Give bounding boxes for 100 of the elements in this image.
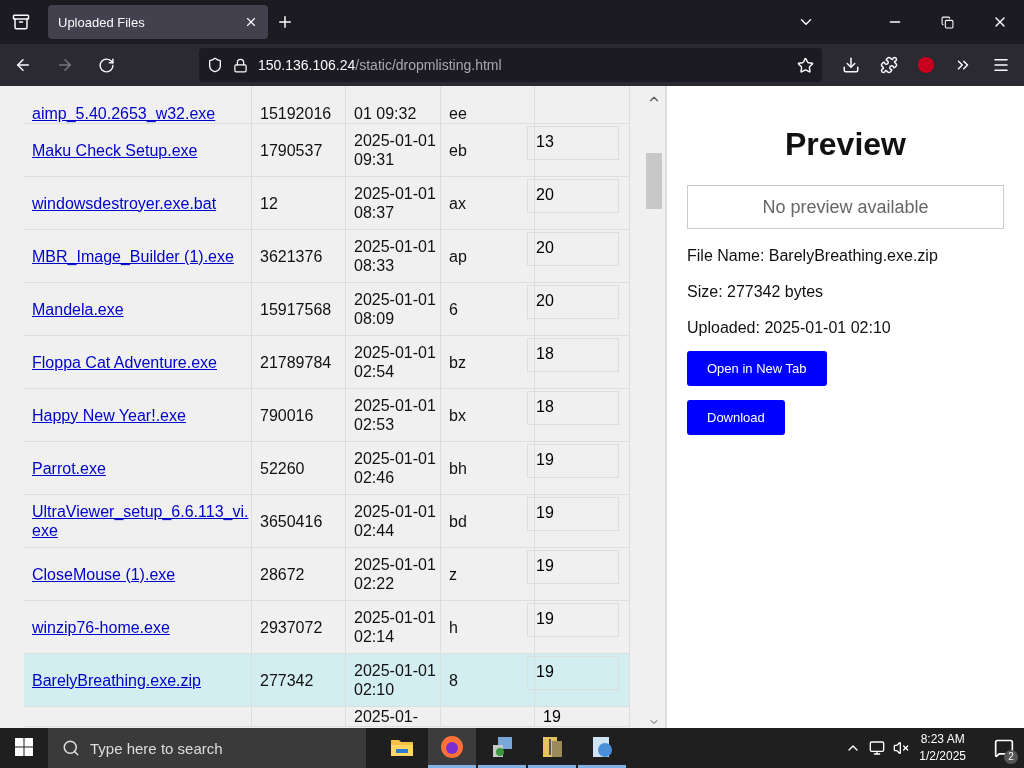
- download-icon[interactable]: [842, 56, 860, 74]
- table-cell: 12: [260, 193, 278, 213]
- table-cell: 277342: [260, 670, 314, 690]
- download-button[interactable]: Download: [687, 400, 785, 435]
- file-link[interactable]: windowsdestroyer.exe.bat: [32, 193, 217, 213]
- table-cell: ax: [449, 193, 466, 213]
- restore-icon[interactable]: [941, 15, 954, 29]
- table-cell-text: 2025-01-01 02:14: [354, 608, 437, 646]
- shield-icon[interactable]: [207, 57, 223, 73]
- table-cell: h: [449, 617, 458, 637]
- file-link[interactable]: Happy New Year!.exe: [32, 405, 186, 425]
- count-box: 19: [527, 603, 619, 637]
- table-cell-text: 2025-01-01 02:54: [354, 343, 437, 381]
- table-cell: 15917568: [260, 299, 332, 319]
- file-link[interactable]: aimp_5.40.2653_w32.exe: [32, 104, 216, 123]
- table-cell: z: [449, 564, 457, 584]
- file-link[interactable]: Maku Check Setup.exe: [32, 140, 198, 160]
- table-cell: 2937072: [260, 617, 323, 637]
- menu-icon[interactable]: [992, 56, 1010, 74]
- table-cell: 1790537: [260, 140, 323, 160]
- table-cell-text: 2025-01-01 02:22: [354, 555, 437, 593]
- address-bar[interactable]: 150.136.106.24/static/dropmlisting.html: [199, 48, 822, 82]
- count-box: 18: [527, 391, 619, 425]
- windows-icon: [15, 737, 33, 756]
- table-cell: 6: [449, 299, 458, 319]
- browser-tab[interactable]: Uploaded Files: [48, 5, 268, 39]
- table-cell: 01 09:32: [354, 104, 417, 123]
- table-cell-text: 2025-01-01 08:37: [354, 184, 437, 222]
- file-link[interactable]: winzip76-home.exe: [32, 617, 170, 637]
- forward-icon[interactable]: [56, 56, 74, 74]
- count-box: 13: [527, 126, 619, 160]
- table-cell: bx: [449, 405, 466, 425]
- table-row[interactable]: 2025-01- 19: [24, 707, 630, 727]
- file-link[interactable]: Mandela.exe: [32, 299, 124, 319]
- file-link[interactable]: Parrot.exe: [32, 458, 106, 478]
- count-box: 19: [527, 497, 619, 531]
- table-cell-text: 2025-01-01 02:44: [354, 502, 437, 540]
- preview-title: Preview: [784, 126, 907, 163]
- extension-icon[interactable]: [918, 57, 934, 73]
- network-icon[interactable]: [869, 740, 886, 756]
- table-cell: 15192016: [260, 104, 332, 123]
- muted-speaker-icon[interactable]: [893, 740, 910, 756]
- count-box: 20: [527, 179, 619, 213]
- table-cell-text: 2025-01-01 02:10: [354, 661, 437, 699]
- upload-date-text: Uploaded: 2025-01-01 02:10: [687, 319, 892, 337]
- table-cell: bh: [449, 458, 467, 478]
- table-cell: eb: [449, 140, 467, 160]
- count-box: 19: [527, 656, 619, 690]
- tab-list-icon[interactable]: [12, 13, 30, 31]
- notification-count: 2: [1004, 750, 1018, 764]
- scrollbar-thumb[interactable]: [646, 153, 662, 209]
- table-cell: ap: [449, 246, 467, 266]
- extensions-icon[interactable]: [880, 56, 898, 74]
- no-preview-text: No preview available: [762, 196, 929, 218]
- table-cell: 3621376: [260, 246, 323, 266]
- file-name-text: File Name: BarelyBreathing.exe.zip: [687, 247, 939, 265]
- firefox-icon: [440, 734, 464, 759]
- table-cell: bz: [449, 352, 466, 372]
- table-cell-text: 2025-01-01 02:53: [354, 396, 437, 434]
- table-cell: 790016: [260, 405, 314, 425]
- table-cell: ee: [449, 104, 467, 123]
- tab-title: Uploaded Files: [58, 14, 145, 30]
- table-cell: 3650416: [260, 511, 323, 531]
- file-link[interactable]: MBR_Image_Builder (1).exe: [32, 246, 234, 266]
- count-box: 20: [527, 232, 619, 266]
- archive-icon: [540, 734, 564, 759]
- installer-icon: [490, 734, 514, 759]
- count-box: 19: [527, 550, 619, 584]
- table-cell-text: 2025-01-01 09:31: [354, 131, 437, 169]
- bookmark-star-icon[interactable]: [797, 56, 814, 74]
- file-link[interactable]: Floppa Cat Adventure.exe: [32, 352, 217, 372]
- file-link[interactable]: CloseMouse (1).exe: [32, 564, 176, 584]
- close-tab-icon[interactable]: [244, 15, 258, 29]
- open-new-tab-button[interactable]: Open in New Tab: [687, 351, 827, 386]
- globe-app-icon: [590, 734, 614, 759]
- clock-date: 1/2/2025: [919, 748, 966, 765]
- table-cell: 2025-01-: [354, 707, 419, 726]
- lock-icon[interactable]: [233, 57, 248, 73]
- table-cell-text: 2025-01-01 08:09: [354, 290, 437, 328]
- count-box: 18: [527, 338, 619, 372]
- table-cell: 52260: [260, 458, 305, 478]
- taskbar-search-field[interactable]: Type here to search: [48, 728, 366, 768]
- count-box: 19: [527, 444, 619, 478]
- table-cell-text: 2025-01-01 02:46: [354, 449, 437, 487]
- url-text: 150.136.106.24/static/dropmlisting.html: [258, 57, 502, 73]
- table-cell: 21789784: [260, 352, 332, 372]
- taskbar-clock[interactable]: 8:23 AM 1/2/2025: [919, 731, 966, 765]
- table-cell-text: 19: [542, 707, 562, 725]
- file-link[interactable]: UltraViewer_setup_6.6.113_vi.exe: [32, 502, 249, 540]
- back-icon[interactable]: [14, 56, 32, 74]
- count-box: 20: [527, 285, 619, 319]
- table-cell: bd: [449, 511, 467, 531]
- table-cell: 28672: [260, 564, 305, 584]
- file-size-text: Size: 277342 bytes: [687, 283, 825, 301]
- file-link[interactable]: BarelyBreathing.exe.zip: [32, 670, 201, 690]
- table-cell-text: 2025-01-01 08:33: [354, 237, 437, 275]
- reload-icon[interactable]: [98, 56, 115, 74]
- table-cell: 8: [449, 670, 458, 690]
- new-tab-icon[interactable]: [276, 13, 294, 31]
- table-row[interactable]: aimp_5.40.2653_w32.exe 15192016 01 09:32 ee: [24, 86, 630, 124]
